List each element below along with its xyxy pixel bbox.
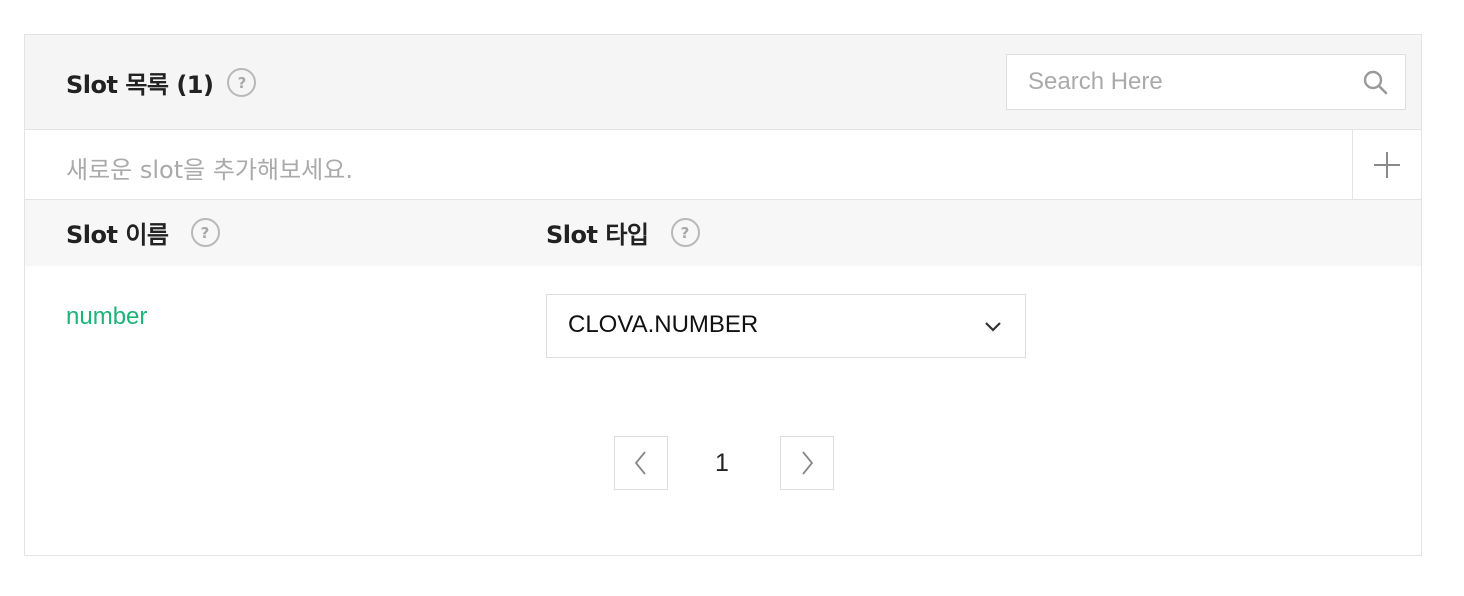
help-icon[interactable]: ? <box>670 218 700 247</box>
help-icon[interactable]: ? <box>190 218 220 247</box>
column-label-slot-type: Slot 타입 <box>546 221 649 249</box>
slot-name-link[interactable]: number <box>66 303 147 331</box>
slot-type-value: CLOVA.NUMBER <box>568 311 759 338</box>
column-label-slot-name: Slot 이름 <box>66 221 169 249</box>
plus-icon <box>1374 151 1400 178</box>
search-icon[interactable] <box>1361 68 1389 96</box>
add-slot-button[interactable] <box>1352 130 1421 199</box>
slot-type-select[interactable]: CLOVA.NUMBER <box>546 294 1026 358</box>
new-slot-input[interactable] <box>25 130 1351 198</box>
current-page-number: 1 <box>715 449 729 477</box>
column-header-slot-name: Slot 이름 ? <box>66 215 220 250</box>
column-header-slot-type: Slot 타입 ? <box>546 215 700 250</box>
slot-list-panel: Slot 목록 (1) ? Slot 이름 ? Slot 타입 ? <box>24 34 1422 556</box>
next-page-button[interactable] <box>780 436 834 490</box>
chevron-left-icon <box>634 451 646 475</box>
slot-list-header: Slot 목록 (1) ? <box>25 35 1421 130</box>
search-box <box>1006 54 1406 110</box>
title-group: Slot 목록 (1) ? <box>66 65 257 100</box>
add-slot-row <box>25 130 1421 200</box>
search-input[interactable] <box>1007 55 1347 109</box>
chevron-right-icon <box>802 451 814 475</box>
prev-page-button[interactable] <box>614 436 668 490</box>
column-header-row: Slot 이름 ? Slot 타입 ? <box>25 200 1421 266</box>
help-icon[interactable]: ? <box>227 68 257 97</box>
page-title: Slot 목록 (1) <box>66 71 214 99</box>
chevron-down-icon <box>985 322 1001 332</box>
